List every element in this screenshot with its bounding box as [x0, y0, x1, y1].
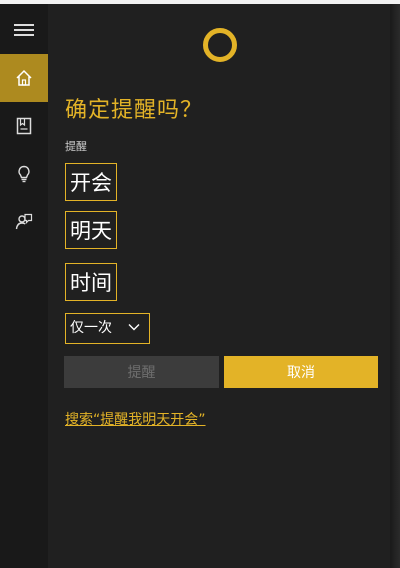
reminder-date-token[interactable]: 明天 — [65, 211, 117, 249]
sidebar — [0, 4, 48, 568]
reminder-field-label: 提醒 — [65, 140, 87, 153]
hamburger-menu-button[interactable] — [0, 6, 48, 54]
web-search-link[interactable]: 搜索“提醒我明天开会” — [65, 409, 206, 429]
page-title: 确定提醒吗？ — [65, 98, 204, 123]
sidebar-item-feedback[interactable] — [0, 198, 48, 246]
notebook-icon — [16, 117, 32, 135]
sidebar-item-home[interactable] — [0, 54, 48, 102]
remind-button[interactable]: 提醒 — [64, 356, 219, 388]
repeat-dropdown-value: 仅一次 — [70, 320, 112, 336]
sidebar-item-notebook[interactable] — [0, 102, 48, 150]
sidebar-item-tips[interactable] — [0, 150, 48, 198]
cortana-window: 确定提醒吗？ 提醒 开会 明天 时间 仅一次 提醒 取消 搜索“提醒我明天开会” — [0, 0, 400, 568]
cortana-ring-icon — [203, 28, 237, 62]
feedback-icon — [15, 213, 33, 230]
reminder-panel: 确定提醒吗？ 提醒 开会 明天 时间 仅一次 提醒 取消 搜索“提醒我明天开会” — [48, 4, 390, 568]
lightbulb-icon — [18, 165, 30, 183]
background-edge — [390, 4, 400, 568]
chevron-down-icon — [128, 324, 140, 331]
hamburger-menu-icon — [14, 24, 34, 36]
repeat-dropdown[interactable]: 仅一次 — [65, 313, 150, 344]
reminder-time-token[interactable]: 时间 — [65, 263, 117, 301]
reminder-subject-token[interactable]: 开会 — [65, 163, 117, 201]
cancel-button[interactable]: 取消 — [224, 356, 378, 388]
home-icon — [16, 69, 32, 86]
